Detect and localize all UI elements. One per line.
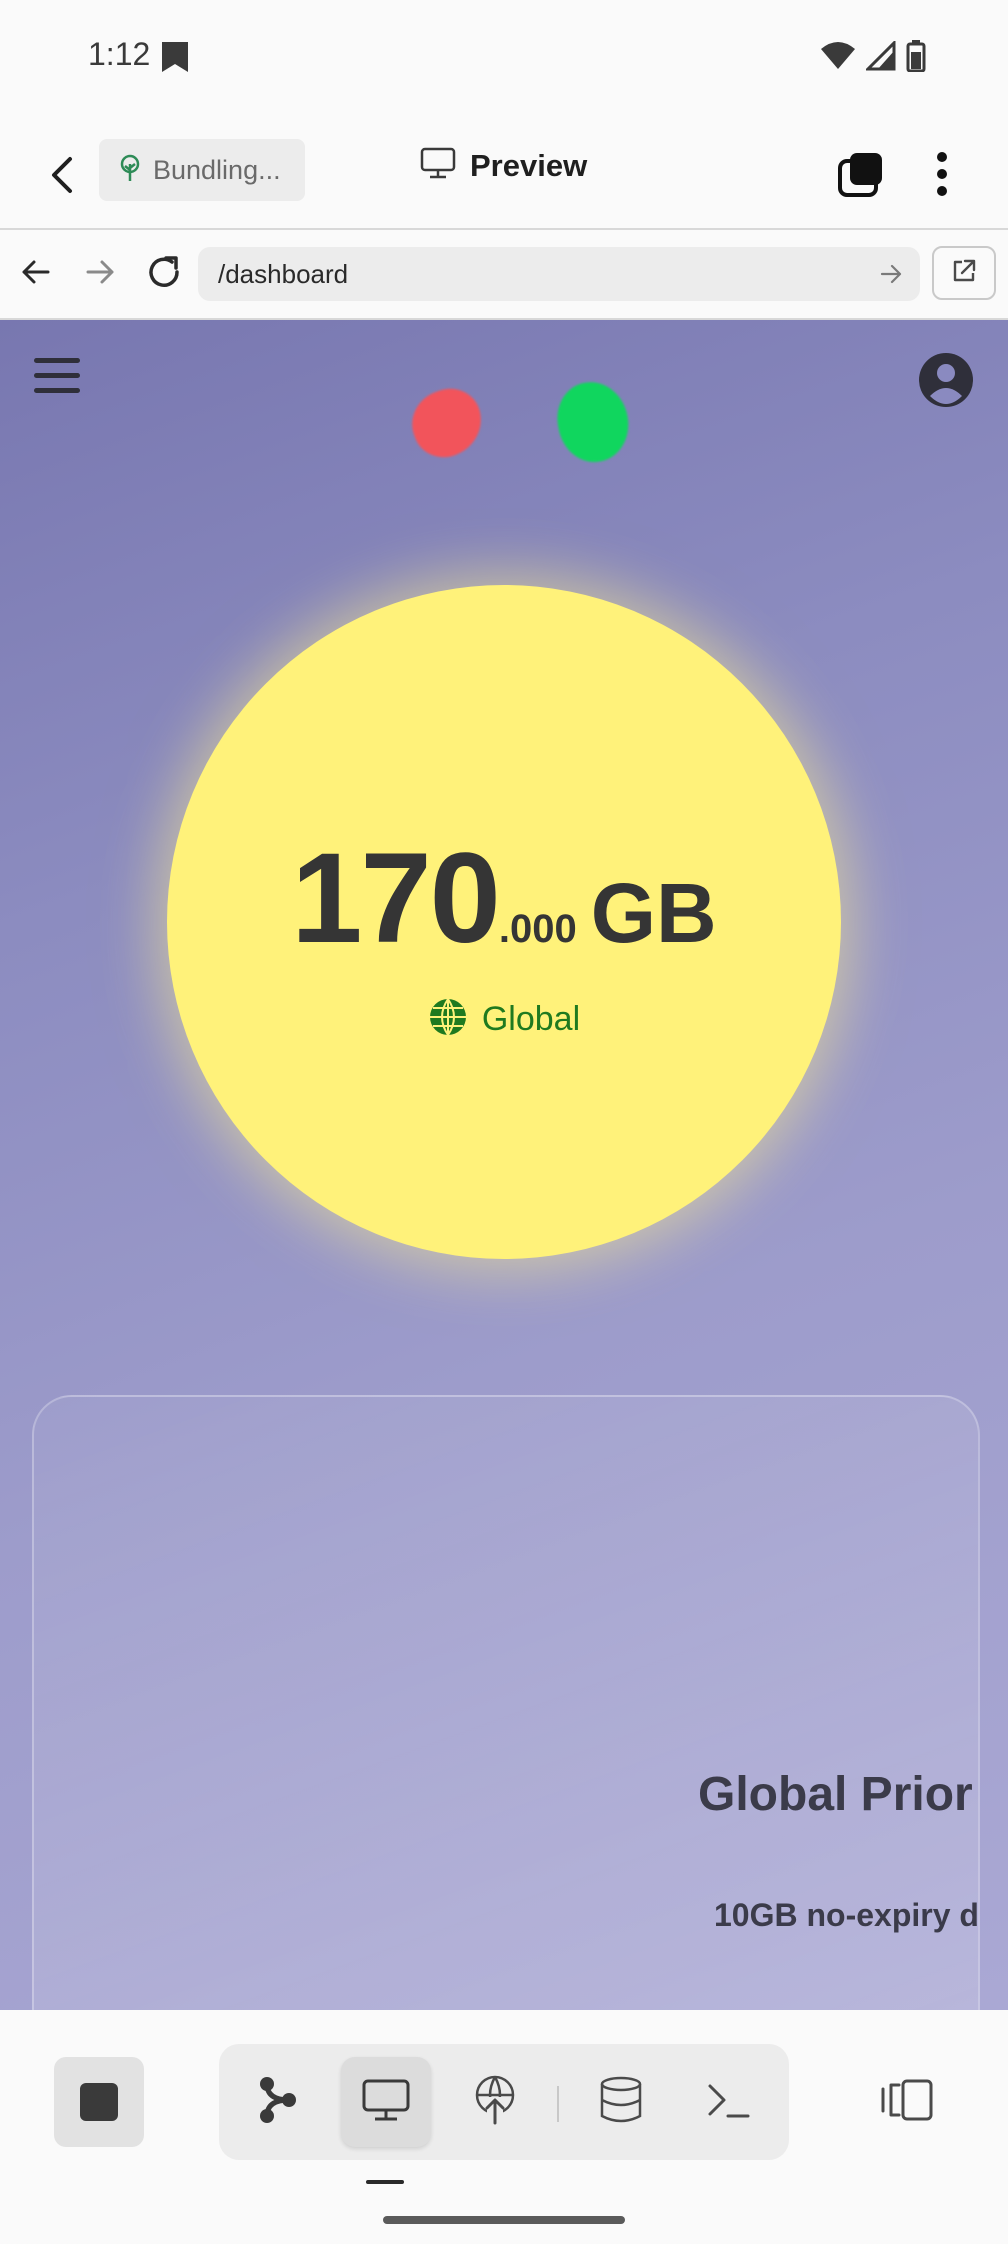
monitor-icon	[420, 147, 456, 184]
preview-label: Preview	[470, 147, 588, 183]
tool-group	[219, 2044, 789, 2160]
status-time: 1:12	[88, 36, 151, 72]
status-icons	[820, 39, 926, 77]
bottom-toolbar	[0, 2010, 1008, 2244]
monitor-icon	[361, 2078, 411, 2127]
database-tool-button[interactable]	[576, 2057, 666, 2147]
plan-title: Global Prior	[698, 1768, 973, 1821]
preview-title: Preview	[420, 147, 587, 184]
data-balance-circle: 170.000 GB Global	[167, 585, 841, 1259]
arrow-left-icon[interactable]	[18, 254, 54, 295]
plan-description: 10GB no-expiry d	[714, 1897, 979, 1933]
tabs-icon	[836, 153, 886, 203]
battery-icon	[906, 40, 926, 77]
plan-card[interactable]: Global Prior 10GB no-expiry d	[32, 1395, 980, 2010]
preview-tool-button[interactable]	[341, 2057, 431, 2147]
deploy-tool-button[interactable]	[450, 2057, 540, 2147]
bundling-status-label: Bundling...	[153, 154, 281, 185]
open-external-button[interactable]	[932, 246, 996, 300]
bundling-status-chip[interactable]: Bundling...	[99, 139, 305, 201]
reload-icon[interactable]	[144, 252, 184, 297]
more-options-button[interactable]	[922, 149, 962, 199]
graph-tool-button[interactable]	[232, 2057, 322, 2147]
back-button[interactable]	[40, 151, 88, 199]
url-input[interactable]: /dashboard	[198, 247, 920, 301]
back-arrow-icon	[40, 157, 88, 203]
hamburger-icon	[32, 358, 82, 402]
signal-icon	[864, 39, 896, 76]
sprout-icon	[117, 154, 143, 187]
terminal-tool-button[interactable]	[683, 2057, 773, 2147]
account-button[interactable]	[918, 352, 974, 408]
web-preview: 170.000 GB Global Global Prior 10GB no-ex…	[0, 320, 1008, 2010]
data-amount: 170.000 GB	[167, 825, 841, 972]
database-icon	[599, 2076, 643, 2129]
arrow-right-icon[interactable]	[82, 254, 118, 295]
account-circle-icon	[918, 353, 974, 412]
open-external-icon	[950, 257, 978, 290]
terminal-icon	[706, 2080, 750, 2125]
tabs-button[interactable]	[836, 149, 886, 199]
app-toolbar: Bundling... Preview	[0, 115, 1008, 230]
decorative-green-blob	[551, 376, 635, 468]
stop-icon	[80, 2083, 118, 2121]
region-indicator: Global	[167, 997, 841, 1042]
hamburger-menu-button[interactable]	[32, 354, 82, 398]
region-label: Global	[481, 1000, 581, 1038]
more-vert-icon	[922, 152, 962, 203]
status-bar: 1:12	[0, 0, 1008, 115]
url-text: /dashboard	[218, 258, 349, 289]
decorative-red-blob	[402, 380, 492, 466]
tool-separator	[557, 2086, 559, 2122]
data-amount-decimal: .000	[498, 907, 577, 951]
layout-toggle-button[interactable]	[872, 2057, 942, 2147]
split-view-icon	[879, 2077, 935, 2128]
data-amount-unit: GB	[590, 866, 717, 960]
browser-bar: /dashboard	[0, 230, 1008, 320]
wifi-icon	[820, 41, 856, 76]
globe-icon	[428, 997, 468, 1042]
bookmark-icon	[160, 40, 190, 79]
data-amount-integer: 170	[291, 827, 501, 970]
home-indicator[interactable]	[383, 2216, 625, 2224]
active-tool-indicator	[366, 2180, 404, 2184]
graph-icon	[255, 2076, 299, 2129]
deploy-icon	[473, 2075, 517, 2130]
go-arrow-icon[interactable]	[878, 261, 904, 294]
stop-button[interactable]	[54, 2057, 144, 2147]
